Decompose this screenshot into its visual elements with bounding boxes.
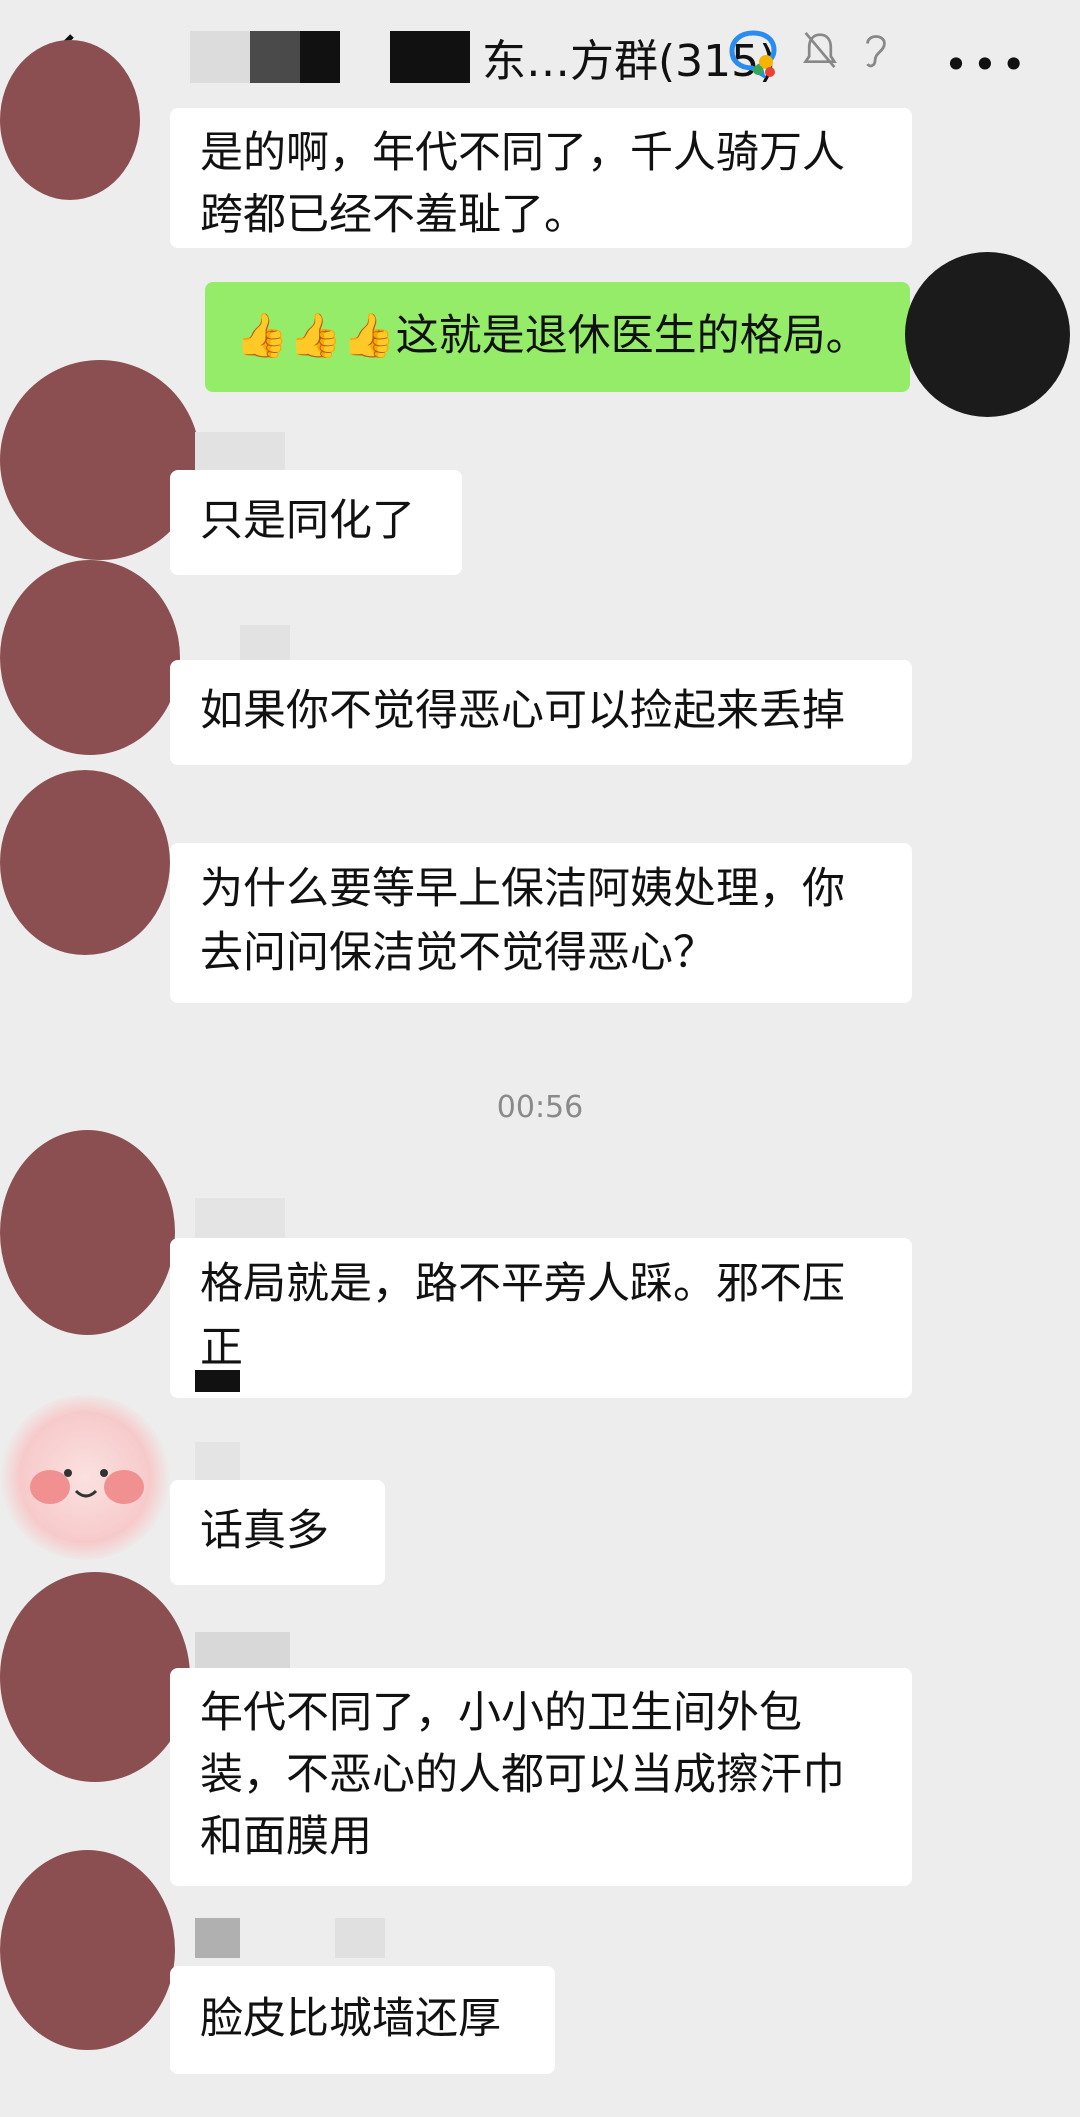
chat-title-area[interactable]: 东…方群(315) bbox=[190, 22, 776, 92]
redacted-sender-name bbox=[335, 1918, 385, 1958]
redacted-sender-name bbox=[195, 432, 285, 472]
group-chat-icon bbox=[729, 30, 777, 78]
message-bubble[interactable]: 如果你不觉得恶心可以捡起来丢掉 bbox=[170, 660, 912, 765]
avatar-pink-face[interactable] bbox=[0, 1395, 170, 1560]
redacted-name-block bbox=[250, 31, 300, 83]
message-bubble[interactable]: 是的啊，年代不同了，千人骑万人 跨都已经不羞耻了。 bbox=[170, 108, 912, 248]
redacted-sender-name bbox=[240, 625, 290, 665]
message-bubble[interactable]: 格局就是，路不平旁人踩。邪不压 正 bbox=[170, 1238, 912, 1398]
chat-timestamp: 00:56 bbox=[496, 1090, 584, 1125]
avatar[interactable] bbox=[0, 1572, 190, 1782]
message-bubble-self[interactable]: 👍👍👍这就是退休医生的格局。 bbox=[205, 282, 910, 392]
bell-muted-icon bbox=[803, 32, 837, 68]
smiley-face-icon bbox=[30, 1469, 144, 1504]
redacted-sender-name bbox=[195, 1198, 285, 1238]
redacted-name-block bbox=[340, 31, 390, 83]
chat-header: 东…方群(315) ••• bbox=[0, 0, 1080, 120]
message-bubble[interactable]: 只是同化了 bbox=[170, 470, 462, 575]
more-icon[interactable]: ••• bbox=[944, 40, 1030, 89]
redacted-sender-name bbox=[195, 1918, 240, 1958]
avatar[interactable] bbox=[0, 1130, 175, 1335]
message-bubble[interactable]: 为什么要等早上保洁阿姨处理，你 去问问保洁觉不觉得恶心？ bbox=[170, 843, 912, 1003]
redacted-sender-name bbox=[195, 1632, 290, 1672]
redacted-name-block bbox=[390, 31, 470, 83]
earpiece-icon bbox=[866, 35, 886, 68]
avatar[interactable] bbox=[0, 1850, 175, 2050]
avatar[interactable] bbox=[0, 560, 180, 755]
redacted-name-block bbox=[190, 31, 250, 83]
redacted-sender-name bbox=[195, 1442, 240, 1482]
avatar[interactable] bbox=[0, 770, 170, 955]
message-bubble[interactable]: 脸皮比城墙还厚 bbox=[170, 1966, 555, 2074]
message-bubble[interactable]: 话真多 bbox=[170, 1480, 385, 1585]
avatar-self[interactable] bbox=[905, 252, 1070, 417]
message-bubble[interactable]: 年代不同了，小小的卫生间外包 装，不恶心的人都可以当成擦汗巾 和面膜用 bbox=[170, 1668, 912, 1886]
redacted-block bbox=[195, 1370, 240, 1392]
avatar[interactable] bbox=[0, 40, 140, 200]
redacted-name-block bbox=[300, 31, 340, 83]
